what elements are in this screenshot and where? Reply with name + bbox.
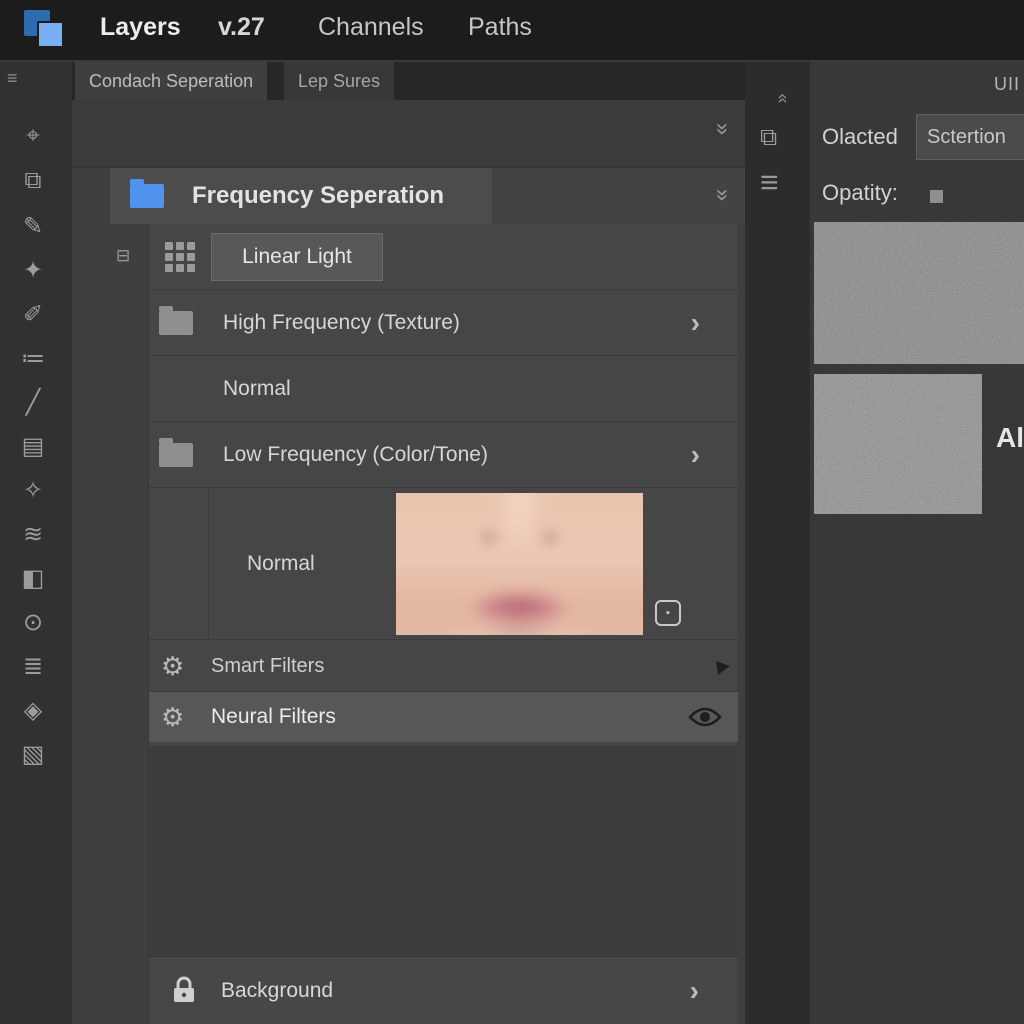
line-tool-icon[interactable]: ╱ xyxy=(2,388,64,417)
document-tab-bar: Condach Seperation Lep Sures xyxy=(72,62,745,100)
brush-tool-icon[interactable]: ✐ xyxy=(2,300,64,329)
group-title: Frequency Seperation xyxy=(192,168,444,224)
cursor-arrow-icon xyxy=(716,659,731,675)
indent-divider xyxy=(208,488,209,640)
layer-row-background[interactable]: Background › xyxy=(148,956,737,1024)
layer-row-smart-filters[interactable]: ⚙ Smart Filters xyxy=(149,640,738,692)
layer-label: Normal xyxy=(247,488,315,640)
app-window: Layers v.27 Channels Paths Condach Seper… xyxy=(0,0,1024,1024)
layer-label: Smart Filters xyxy=(211,640,324,692)
tab-condach-seperation[interactable]: Condach Seperation xyxy=(75,62,267,100)
menu-item-layers[interactable]: Layers xyxy=(100,13,181,42)
gear-icon: ⚙ xyxy=(161,702,184,733)
texture-thumbnail-2[interactable] xyxy=(814,374,982,514)
menu-item-paths[interactable]: Paths xyxy=(468,13,532,42)
blur-tool-icon[interactable]: ◈ xyxy=(2,696,64,725)
gear-icon: ⚙ xyxy=(161,651,184,682)
panel-menu-icon[interactable]: ≡ xyxy=(760,164,778,201)
app-logo-icon xyxy=(24,8,70,52)
layers-panel-header: » xyxy=(72,100,745,168)
blend-mode-row: Linear Light xyxy=(149,224,738,290)
layer-label: Normal xyxy=(223,356,291,422)
gradient-tool-icon[interactable]: ≋ xyxy=(2,520,64,549)
group-expand-icon[interactable]: ⊟ xyxy=(116,246,130,266)
logo-front-square xyxy=(37,21,64,48)
chevron-right-icon[interactable]: › xyxy=(691,290,700,356)
blend-label: Olacted xyxy=(822,124,898,150)
layer-row-neural-filters[interactable]: ⚙ Neural Filters xyxy=(149,692,738,742)
group-folder-icon xyxy=(130,184,164,208)
grid-icon xyxy=(165,242,195,272)
folder-icon xyxy=(159,443,193,467)
collapse-group-icon[interactable]: » xyxy=(710,189,736,201)
layer-row-normal-2[interactable]: Normal ▪ xyxy=(149,488,738,640)
toolbar-menu-icon[interactable]: ≡ xyxy=(7,68,18,89)
healing-tool-icon[interactable]: ✧ xyxy=(2,476,64,505)
paragraph-tool-icon[interactable]: ≔ xyxy=(2,344,64,373)
layer-label: Low Frequency (Color/Tone) xyxy=(223,422,488,488)
pen-tool-icon[interactable]: ✎ xyxy=(2,212,64,241)
opacity-label: Opatity: xyxy=(822,180,898,206)
marquee-tool-icon[interactable]: ⧉ xyxy=(2,167,64,195)
adjustments-icon[interactable]: ⧉ xyxy=(760,124,777,152)
info-tool-icon[interactable]: ⊙ xyxy=(2,608,64,637)
layers-tool-icon[interactable]: ▤ xyxy=(2,432,64,461)
collapse-panel-icon[interactable]: » xyxy=(710,123,736,135)
face-image xyxy=(396,493,643,635)
texture-thumbnail-1[interactable] xyxy=(814,222,1024,364)
panel-divider-strip: » ⧉ ≡ xyxy=(745,62,810,1024)
properties-panel: UII Olacted Sctertion Opatity: xyxy=(810,62,1024,1024)
chevron-right-icon[interactable]: › xyxy=(691,422,700,488)
layer-label: Neural Filters xyxy=(211,692,336,742)
layers-panel: » Frequency Seperation » ⊟ Linear Light xyxy=(72,100,745,1024)
lock-icon xyxy=(173,975,195,1005)
layer-list: Linear Light High Frequency (Texture) › … xyxy=(148,224,737,746)
chevron-right-icon[interactable]: › xyxy=(690,957,699,1024)
share-tool-icon[interactable]: ▧ xyxy=(2,740,64,769)
version-label: v.27 xyxy=(218,13,265,42)
partial-label: Al xyxy=(996,422,1024,454)
smart-object-badge-icon[interactable]: ▪ xyxy=(655,600,681,626)
visibility-eye-icon[interactable] xyxy=(688,706,722,728)
corner-label: UII xyxy=(994,74,1020,95)
tools-sidebar: ≡ ⌖ ⧉ ✎ ✦ ✐ ≔ ╱ ▤ ✧ ≋ ◧ ⊙ ≣ ◈ ▧ xyxy=(0,62,72,1024)
layer-row-low-frequency[interactable]: Low Frequency (Color/Tone) › xyxy=(149,422,738,488)
magic-wand-tool-icon[interactable]: ✦ xyxy=(2,256,64,285)
opacity-swatch[interactable] xyxy=(930,190,943,203)
crop-tool-icon[interactable]: ◧ xyxy=(2,564,64,593)
move-tool-icon[interactable]: ⌖ xyxy=(2,122,64,150)
layer-label: Background xyxy=(221,957,333,1024)
layer-row-high-frequency[interactable]: High Frequency (Texture) › xyxy=(149,290,738,356)
menu-item-channels[interactable]: Channels xyxy=(318,13,424,42)
blend-dropdown[interactable]: Sctertion xyxy=(916,114,1024,160)
adjustments-tool-icon[interactable]: ≣ xyxy=(2,652,64,681)
collapse-strip-icon[interactable]: » xyxy=(772,93,793,103)
tab-lep-sures[interactable]: Lep Sures xyxy=(284,62,394,100)
folder-icon xyxy=(159,311,193,335)
layer-row-normal-1[interactable]: Normal xyxy=(149,356,738,422)
layer-label: High Frequency (Texture) xyxy=(223,290,460,356)
menu-bar: Layers v.27 Channels Paths xyxy=(0,0,1024,60)
layer-group-row[interactable]: Frequency Seperation » xyxy=(110,168,745,224)
blend-mode-select[interactable]: Linear Light xyxy=(211,233,383,281)
layer-thumbnail-face[interactable] xyxy=(396,493,643,635)
empty-layer-area xyxy=(148,746,737,956)
